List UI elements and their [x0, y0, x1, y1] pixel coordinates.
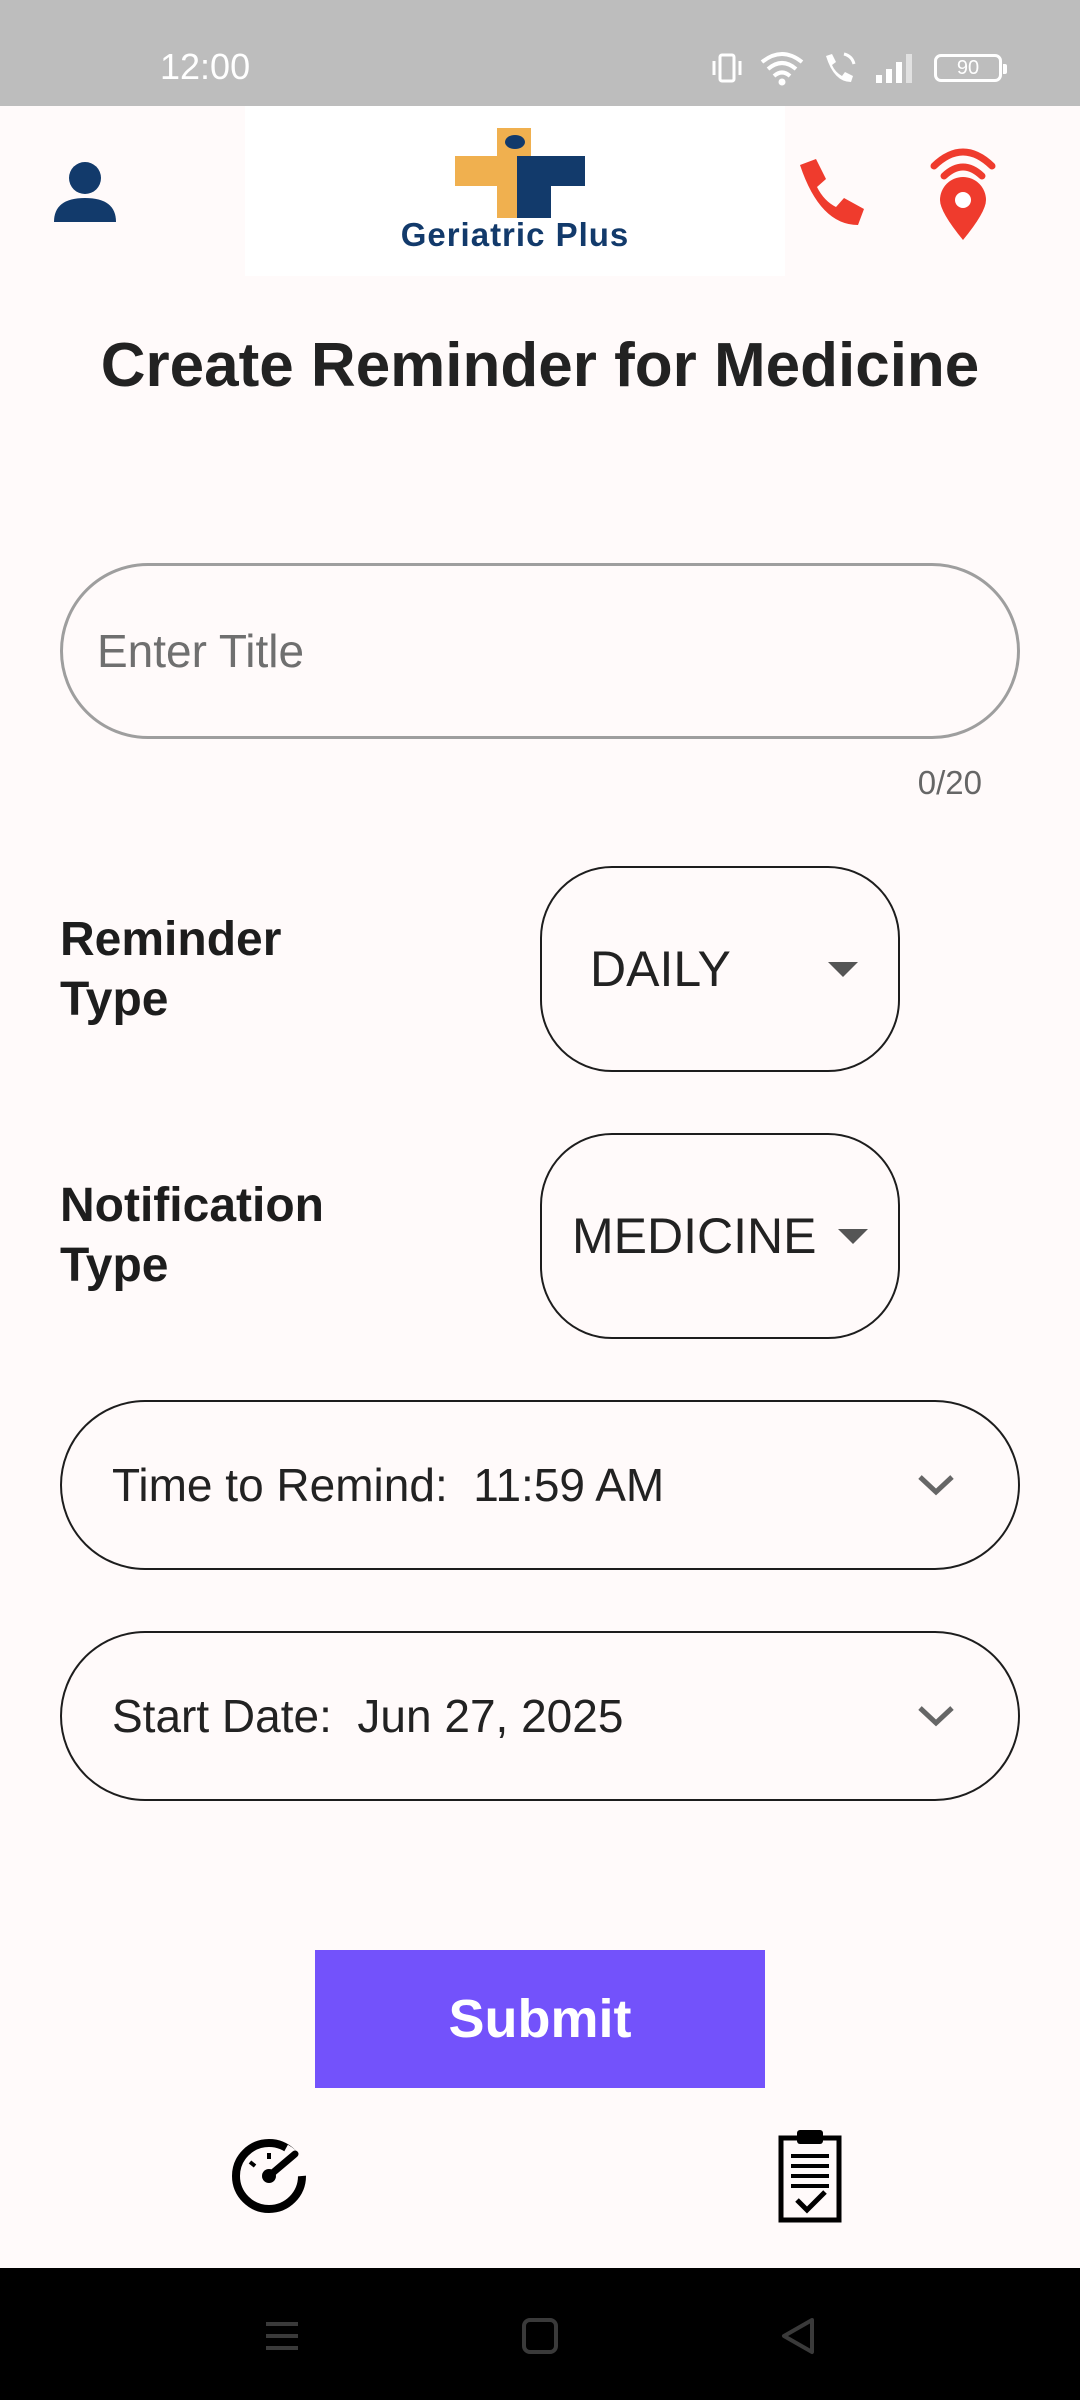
dashboard-tab[interactable]: [225, 2128, 315, 2224]
clipboard-check-icon: [778, 2130, 842, 2223]
person-icon: [54, 162, 116, 222]
chevron-down-icon: [918, 1706, 954, 1727]
location-broadcast-icon: [930, 148, 996, 240]
medical-cross-logo-icon: [455, 128, 585, 218]
battery-icon: 90: [934, 54, 1007, 82]
back-triangle-icon: [782, 2318, 814, 2354]
wifi-icon: [760, 52, 804, 86]
notification-type-label: Notification Type: [60, 1176, 324, 1296]
time-to-remind-text: Time to Remind: 11:59 AM: [112, 1459, 665, 1511]
app-header: Geriatric Plus: [0, 106, 1080, 276]
reminder-type-dropdown[interactable]: DAILY: [540, 866, 900, 1072]
character-counter: 0/20: [917, 764, 982, 801]
caret-down-icon: [828, 961, 858, 977]
profile-button[interactable]: [50, 156, 120, 226]
vibrate-icon: [712, 53, 742, 83]
status-time: 12:00: [160, 46, 251, 87]
location-button[interactable]: [928, 142, 998, 242]
reminder-type-label-line1: Reminder: [60, 913, 282, 966]
speedometer-icon: [232, 2139, 308, 2213]
menu-nav-button[interactable]: [252, 2306, 312, 2366]
signal-icon: [876, 54, 912, 83]
wifi-calling-icon: [826, 52, 856, 82]
submit-button[interactable]: Submit: [315, 1950, 765, 2088]
phone-icon: [800, 159, 864, 225]
back-nav-button[interactable]: [768, 2306, 828, 2366]
home-square-icon: [522, 2318, 558, 2354]
reminder-type-label-line2: Type: [60, 973, 169, 1026]
home-nav-button[interactable]: [510, 2306, 570, 2366]
start-date-select[interactable]: Start Date: Jun 27, 2025: [60, 1631, 1020, 1801]
notification-type-dropdown[interactable]: MEDICINE: [540, 1133, 900, 1339]
caret-down-icon: [838, 1228, 868, 1244]
notification-type-label-line1: Notification: [60, 1179, 324, 1232]
app-logo: Geriatric Plus: [245, 106, 785, 276]
battery-level: 90: [956, 56, 980, 79]
page-title: Create Reminder for Medicine: [100, 331, 980, 400]
title-input[interactable]: [63, 566, 1017, 736]
title-input-container: [60, 563, 1020, 739]
status-bar: 12:00 90: [0, 0, 1080, 106]
chevron-down-icon: [918, 1475, 954, 1496]
notification-type-value: MEDICINE: [572, 1208, 817, 1264]
call-button[interactable]: [790, 151, 870, 231]
start-date-text: Start Date: Jun 27, 2025: [112, 1690, 624, 1742]
reminder-type-value: DAILY: [590, 941, 731, 997]
status-icons: 90: [710, 48, 1007, 88]
reminders-tab[interactable]: [765, 2128, 855, 2224]
logo-text: Geriatric Plus: [400, 216, 630, 253]
notification-type-label-line2: Type: [60, 1239, 169, 1292]
time-to-remind-select[interactable]: Time to Remind: 11:59 AM: [60, 1400, 1020, 1570]
system-navigation-bar: [0, 2268, 1080, 2400]
reminder-type-label: Reminder Type: [60, 910, 281, 1030]
menu-icon: [266, 2322, 298, 2350]
